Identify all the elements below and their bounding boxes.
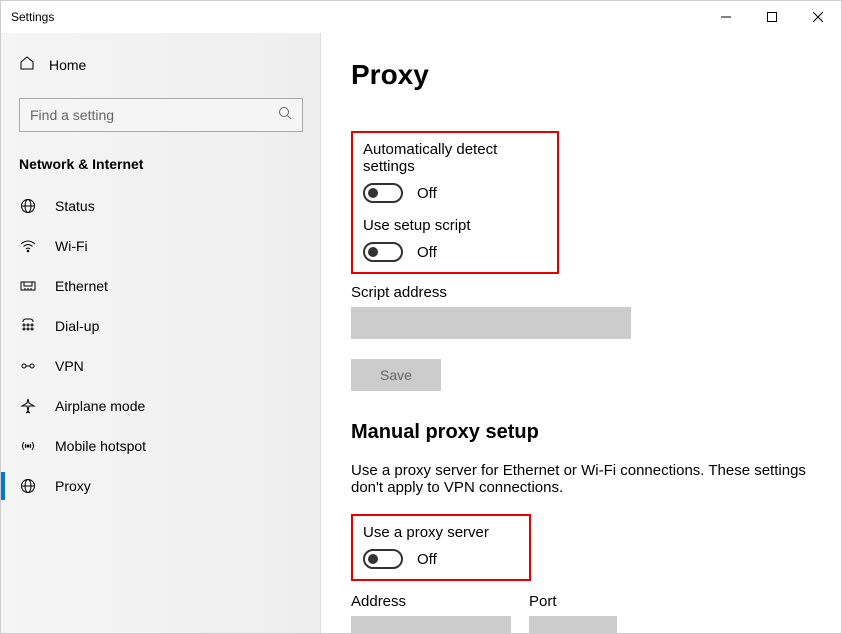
- home-label: Home: [49, 57, 86, 73]
- setup-script-label: Use setup script: [363, 217, 547, 234]
- sidebar-item-proxy[interactable]: Proxy: [1, 466, 321, 506]
- sidebar-item-label: Airplane mode: [55, 398, 145, 414]
- dialup-icon: [19, 318, 37, 334]
- status-icon: [19, 198, 37, 214]
- window-title: Settings: [11, 10, 54, 24]
- sidebar-item-label: Proxy: [55, 478, 91, 494]
- manual-description: Use a proxy server for Ethernet or Wi-Fi…: [351, 462, 811, 496]
- search-box[interactable]: [19, 98, 303, 132]
- use-proxy-label: Use a proxy server: [363, 524, 519, 541]
- sidebar-item-dialup[interactable]: Dial-up: [1, 306, 321, 346]
- auto-setup-highlight: Automatically detect settings Off Use se…: [351, 131, 559, 274]
- close-button[interactable]: [795, 1, 841, 33]
- use-proxy-state: Off: [417, 551, 437, 568]
- airplane-icon: [19, 398, 37, 414]
- sidebar-item-label: Dial-up: [55, 318, 99, 334]
- auto-detect-state: Off: [417, 185, 437, 202]
- section-title: Network & Internet: [1, 156, 321, 186]
- sidebar-item-label: Mobile hotspot: [55, 438, 146, 454]
- home-icon: [19, 55, 35, 74]
- search-icon: [278, 106, 292, 125]
- page-title: Proxy: [351, 59, 811, 91]
- sidebar-item-wifi[interactable]: Wi-Fi: [1, 226, 321, 266]
- address-input[interactable]: [351, 616, 511, 633]
- sidebar-item-label: Ethernet: [55, 278, 108, 294]
- vpn-icon: [19, 358, 37, 374]
- script-address-input[interactable]: [351, 307, 631, 339]
- manual-proxy-highlight: Use a proxy server Off: [351, 514, 531, 581]
- sidebar-item-ethernet[interactable]: Ethernet: [1, 266, 321, 306]
- sidebar-item-status[interactable]: Status: [1, 186, 321, 226]
- sidebar-item-hotspot[interactable]: Mobile hotspot: [1, 426, 321, 466]
- sidebar-item-airplane[interactable]: Airplane mode: [1, 386, 321, 426]
- setup-script-state: Off: [417, 244, 437, 261]
- sidebar: Home Network & Internet Status Wi-Fi E: [1, 33, 321, 633]
- setup-script-toggle[interactable]: [363, 242, 403, 262]
- auto-detect-toggle[interactable]: [363, 183, 403, 203]
- home-nav[interactable]: Home: [1, 47, 321, 82]
- ethernet-icon: [19, 278, 37, 294]
- port-label: Port: [529, 593, 617, 610]
- save-button[interactable]: Save: [351, 359, 441, 391]
- minimize-button[interactable]: [703, 1, 749, 33]
- sidebar-item-label: Wi-Fi: [55, 238, 88, 254]
- auto-detect-label: Automatically detect settings: [363, 141, 547, 175]
- sidebar-item-vpn[interactable]: VPN: [1, 346, 321, 386]
- sidebar-item-label: Status: [55, 198, 95, 214]
- manual-heading: Manual proxy setup: [351, 421, 811, 444]
- sidebar-item-label: VPN: [55, 358, 84, 374]
- script-address-label: Script address: [351, 284, 811, 301]
- hotspot-icon: [19, 438, 37, 454]
- address-label: Address: [351, 593, 511, 610]
- proxy-icon: [19, 478, 37, 494]
- content-pane: Proxy Automatically detect settings Off …: [321, 33, 841, 633]
- maximize-button[interactable]: [749, 1, 795, 33]
- wifi-icon: [19, 238, 37, 254]
- search-input[interactable]: [30, 107, 278, 123]
- port-input[interactable]: [529, 616, 617, 633]
- use-proxy-toggle[interactable]: [363, 549, 403, 569]
- titlebar: Settings: [1, 1, 841, 33]
- window-controls: [703, 1, 841, 33]
